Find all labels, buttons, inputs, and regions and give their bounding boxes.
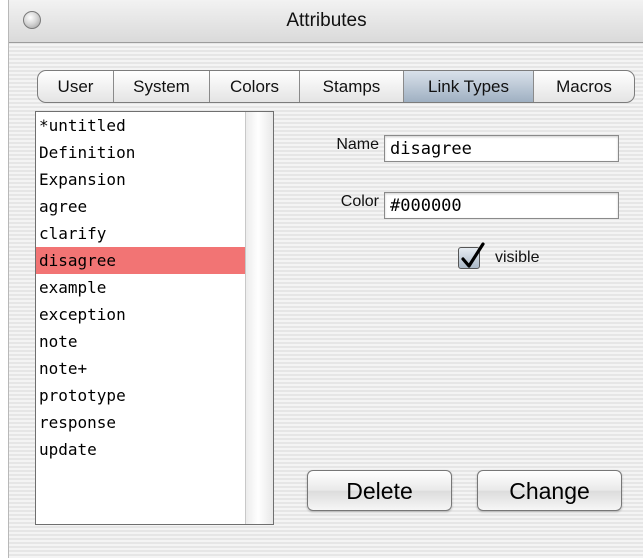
name-label: Name <box>336 136 379 153</box>
list-items: *untitled Definition Expansion agree clarify… <box>36 112 246 463</box>
tab-stamps[interactable]: Stamps <box>300 71 404 102</box>
attributes-window: Attributes User System Colors Stamps Lin… <box>8 0 643 558</box>
list-item[interactable]: disagree <box>36 247 246 274</box>
tab-macros[interactable]: Macros <box>534 71 634 102</box>
visible-checkbox[interactable] <box>458 242 485 269</box>
color-field[interactable]: #000000 <box>384 192 619 219</box>
tab-user[interactable]: User <box>38 71 114 102</box>
list-item[interactable]: note+ <box>36 355 246 382</box>
color-label: Color <box>340 193 379 210</box>
list-item[interactable]: *untitled <box>36 112 246 139</box>
delete-button[interactable]: Delete <box>307 470 452 511</box>
tab-colors[interactable]: Colors <box>210 71 300 102</box>
link-types-list[interactable]: *untitled Definition Expansion agree clarify… <box>35 111 274 525</box>
visible-label: visible <box>495 249 540 266</box>
checkmark-icon <box>461 242 485 268</box>
name-field[interactable]: disagree <box>384 135 619 162</box>
scrollbar[interactable] <box>245 112 273 524</box>
list-item[interactable]: Expansion <box>36 166 246 193</box>
list-item[interactable]: agree <box>36 193 246 220</box>
list-item[interactable]: prototype <box>36 382 246 409</box>
title-bar[interactable]: Attributes <box>9 0 643 43</box>
window-title: Attributes <box>286 10 367 31</box>
list-item[interactable]: Definition <box>36 139 246 166</box>
list-item[interactable]: example <box>36 274 246 301</box>
tab-system[interactable]: System <box>114 71 210 102</box>
list-item[interactable]: exception <box>36 301 246 328</box>
list-item[interactable]: update <box>36 436 246 463</box>
list-item[interactable]: note <box>36 328 246 355</box>
list-item[interactable]: response <box>36 409 246 436</box>
change-button[interactable]: Change <box>477 470 622 511</box>
tab-bar: User System Colors Stamps Link Types Mac… <box>37 70 635 103</box>
tab-link-types[interactable]: Link Types <box>404 71 534 102</box>
list-item[interactable]: clarify <box>36 220 246 247</box>
